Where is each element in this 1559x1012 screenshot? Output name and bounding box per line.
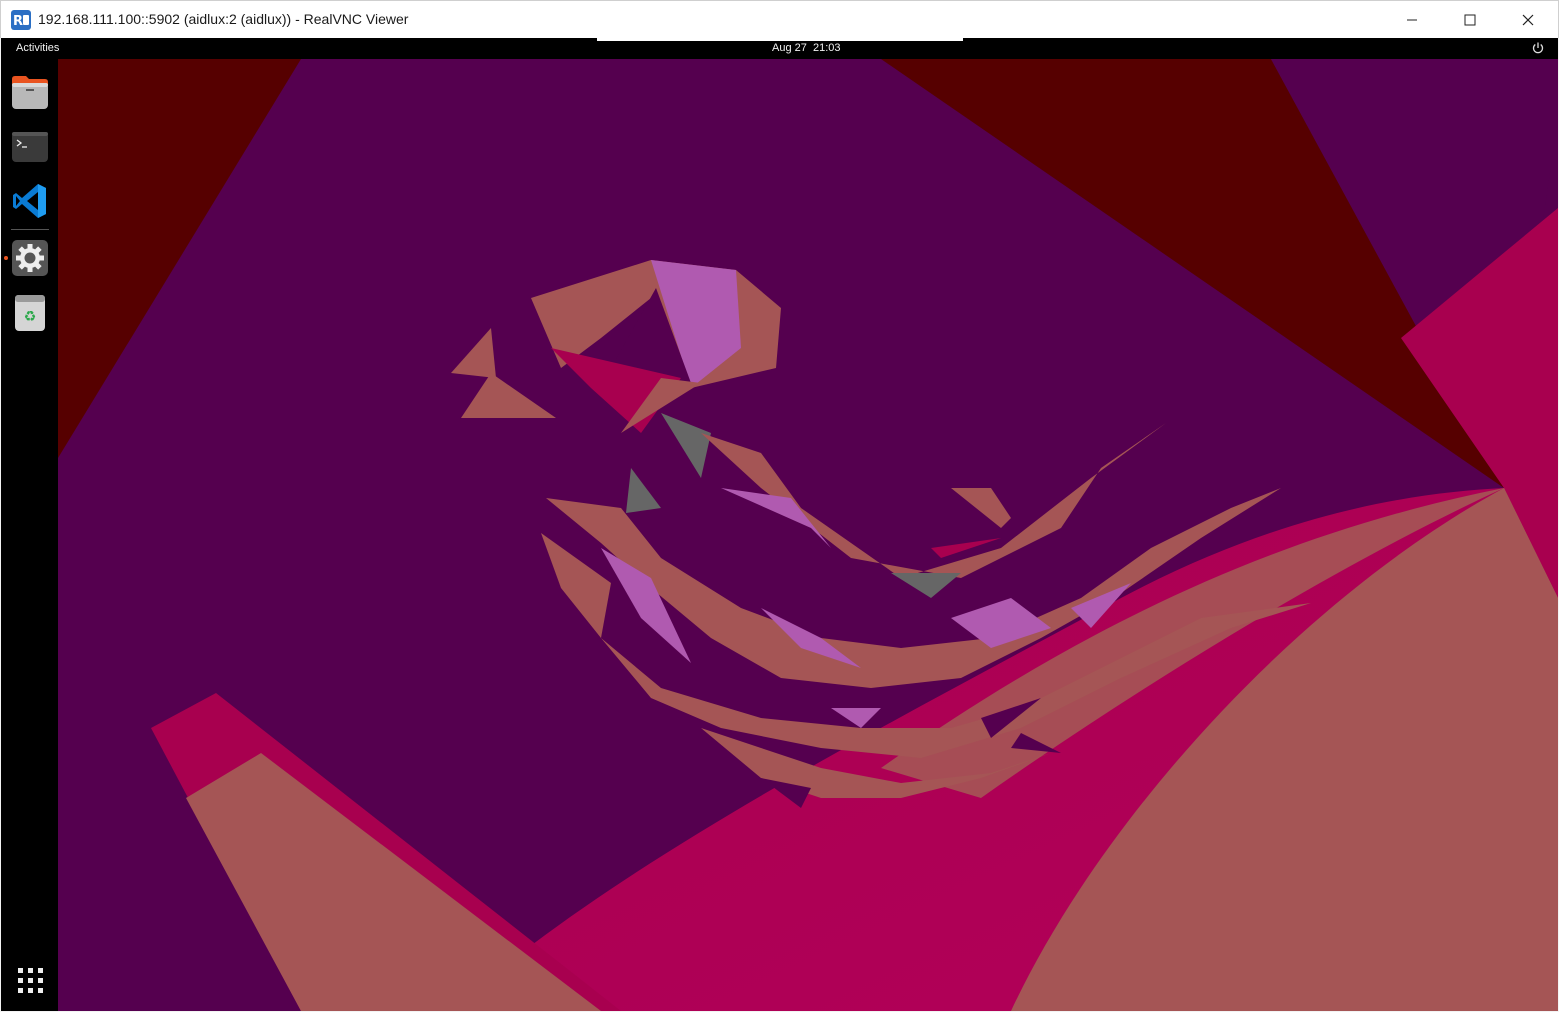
vnc-toolbar-handle[interactable] xyxy=(597,38,963,41)
files-icon[interactable] xyxy=(10,73,50,113)
remote-desktop-view[interactable]: Activities Aug 27 21:03 ♻ xyxy=(1,38,1558,1011)
terminal-icon[interactable] xyxy=(10,127,50,167)
gnome-top-bar: Activities Aug 27 21:03 xyxy=(1,38,1558,59)
svg-text:R: R xyxy=(13,14,23,29)
minimize-button[interactable] xyxy=(1383,1,1441,39)
minimize-icon xyxy=(1407,19,1417,21)
close-icon xyxy=(1522,14,1534,26)
settings-icon[interactable] xyxy=(10,238,50,278)
window-title: 192.168.111.100::5902 (aidlux:2 (aidlux)… xyxy=(38,11,409,27)
desktop-wallpaper xyxy=(1,38,1558,1011)
clock[interactable]: Aug 27 21:03 xyxy=(772,42,841,54)
maximize-button[interactable] xyxy=(1441,1,1499,39)
realvnc-logo-icon: R xyxy=(11,10,31,30)
trash-icon[interactable]: ♻ xyxy=(10,293,50,333)
activities-button[interactable]: Activities xyxy=(16,42,59,54)
vscode-icon[interactable] xyxy=(10,181,50,221)
running-indicator xyxy=(4,256,8,260)
close-button[interactable] xyxy=(1499,1,1557,39)
maximize-icon xyxy=(1464,14,1476,26)
dock: ♻ xyxy=(1,59,58,1011)
app-grid-icon[interactable] xyxy=(10,960,50,1000)
svg-text:♻: ♻ xyxy=(24,309,37,325)
window-titlebar[interactable]: R 192.168.111.100::5902 (aidlux:2 (aidlu… xyxy=(0,0,1559,38)
power-icon[interactable] xyxy=(1531,41,1545,55)
dock-separator xyxy=(11,229,49,230)
